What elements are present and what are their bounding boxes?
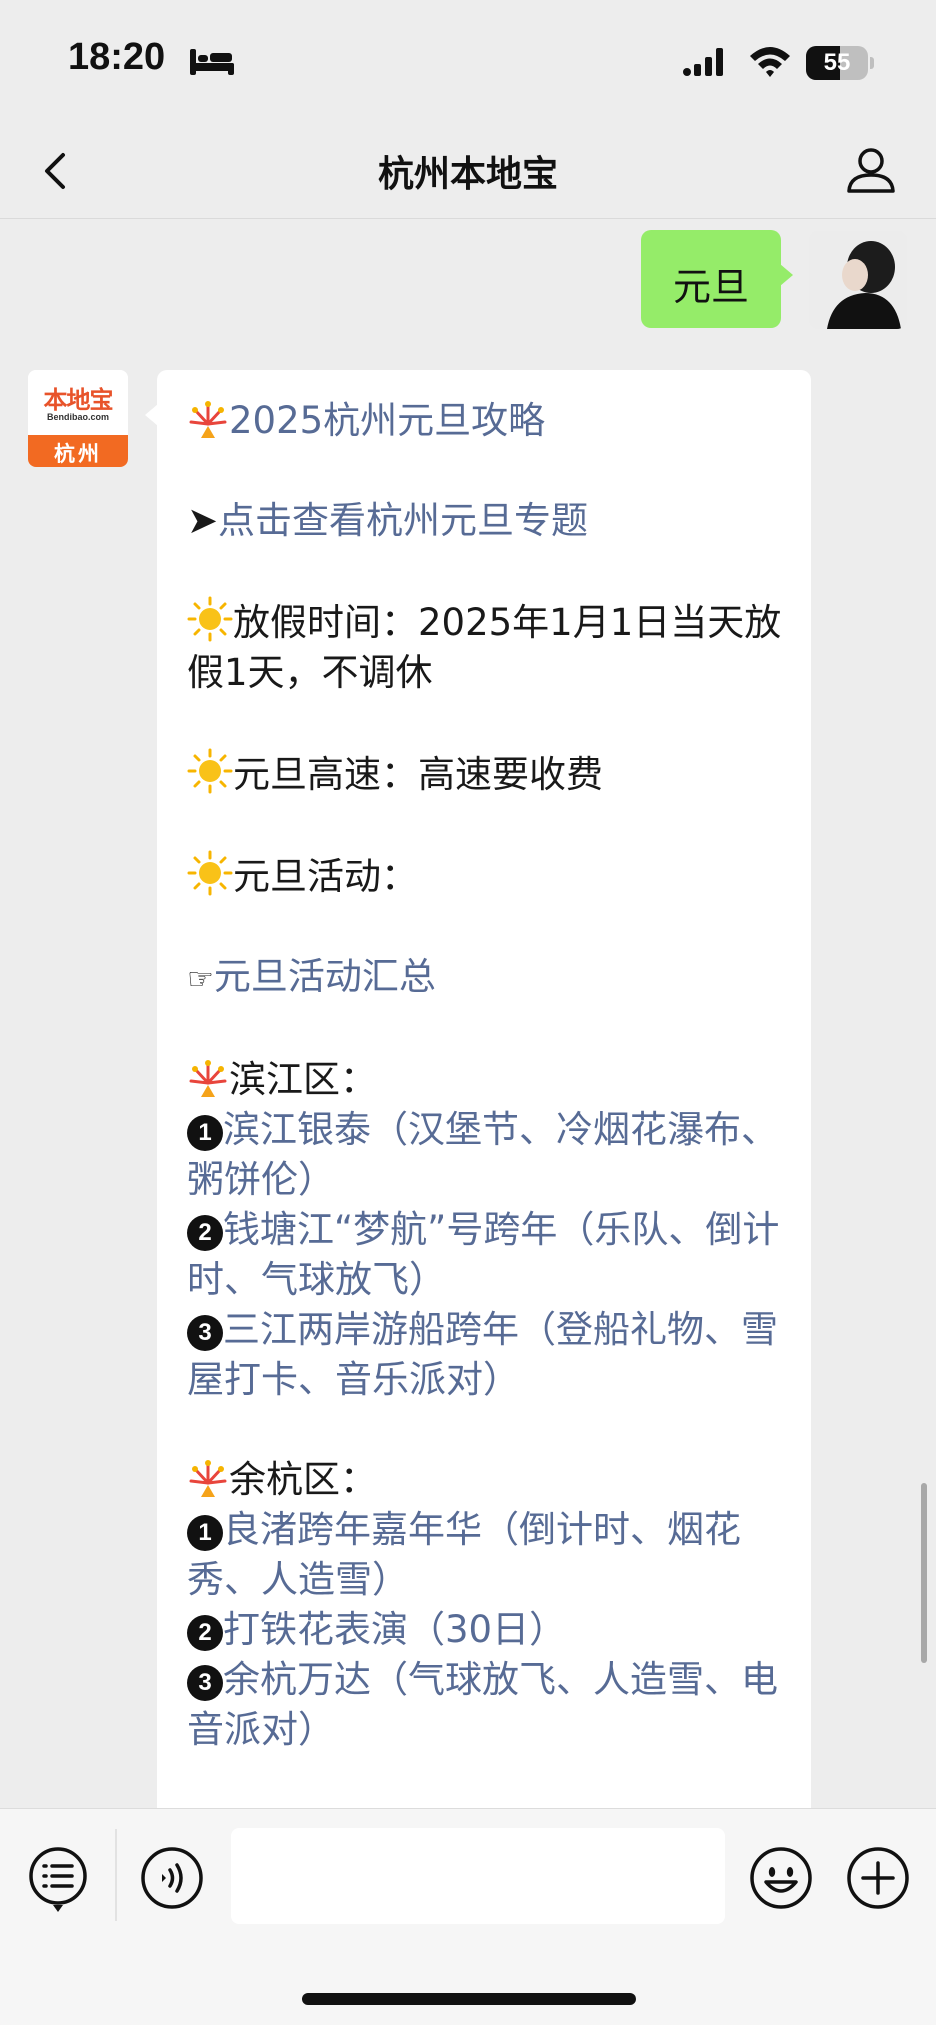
activities-text: 元旦活动： <box>233 855 418 898</box>
menu-icon[interactable] <box>26 1844 90 1916</box>
message-input[interactable] <box>231 1828 725 1924</box>
sun-icon <box>187 596 233 642</box>
list-item[interactable]: 2 钱塘江“梦航”号跨年（乐队、倒计时、气球放飞） <box>187 1205 787 1305</box>
activities-link[interactable]: 元旦活动汇总 <box>214 955 436 998</box>
activities-line: 元旦活动： <box>187 850 787 902</box>
status-bar: 18:20 55 <box>0 0 936 125</box>
chat-title: 杭州本地宝 <box>377 154 558 195</box>
divider <box>115 1829 117 1921</box>
message-content: 2025杭州元旦攻略 ➤点击查看杭州元旦专题 放假时间：2025年1月1日当天放… <box>187 396 787 1755</box>
list-item[interactable]: 1 良渚跨年嘉年华（倒计时、烟花秀、人造雪） <box>187 1505 787 1605</box>
event-link[interactable]: 滨江银泰（汉堡节、冷烟花瀑布、粥饼伦） <box>187 1108 778 1201</box>
user-avatar-image <box>809 231 907 329</box>
smiley-icon[interactable] <box>749 1846 813 1910</box>
event-link[interactable]: 三江两岸游船跨年（登船礼物、雪屋打卡、音乐派对） <box>187 1308 778 1401</box>
cellular-signal-icon <box>683 48 723 76</box>
event-link[interactable]: 余杭万达（气球放飞、人造雪、电音派对） <box>187 1658 778 1751</box>
input-bar <box>0 1808 936 2025</box>
topic-link-line[interactable]: ➤点击查看杭州元旦专题 <box>187 496 787 546</box>
number-badge: 2 <box>187 1215 223 1251</box>
number-badge: 3 <box>187 1315 223 1351</box>
topic-link[interactable]: 点击查看杭州元旦专题 <box>218 499 588 542</box>
user-avatar[interactable] <box>809 231 907 329</box>
incoming-message-bubble: 2025杭州元旦攻略 ➤点击查看杭州元旦专题 放假时间：2025年1月1日当天放… <box>145 370 811 1820</box>
number-badge: 1 <box>187 1515 223 1551</box>
profile-icon[interactable] <box>840 139 902 201</box>
nav-bar: 杭州本地宝 <box>0 125 936 219</box>
list-item[interactable]: 1 滨江银泰（汉堡节、冷烟花瀑布、粥饼伦） <box>187 1105 787 1205</box>
status-time: 18:20 <box>68 36 166 78</box>
battery-nub <box>870 57 874 69</box>
wifi-icon <box>750 47 790 77</box>
event-link[interactable]: 打铁花表演（30日） <box>223 1608 566 1651</box>
bot-avatar-url: Bendibao.com <box>46 412 109 422</box>
message-title: 2025杭州元旦攻略 <box>229 399 546 442</box>
number-badge: 1 <box>187 1115 223 1151</box>
voice-icon[interactable] <box>140 1846 204 1910</box>
list-item[interactable]: 3 三江两岸游船跨年（登船礼物、雪屋打卡、音乐派对） <box>187 1305 787 1405</box>
sun-icon <box>187 850 233 896</box>
district-name: 滨江区： <box>229 1058 377 1101</box>
district-heading: 滨江区： <box>187 1055 787 1105</box>
holiday-text: 放假时间：2025年1月1日当天放假1天，不调休 <box>187 601 782 694</box>
district-name: 余杭区： <box>229 1458 377 1501</box>
list-item[interactable]: 2 打铁花表演（30日） <box>187 1605 787 1655</box>
message-title-line[interactable]: 2025杭州元旦攻略 <box>187 396 787 446</box>
scrollbar[interactable] <box>921 1483 927 1663</box>
highway-line: 元旦高速：高速要收费 <box>187 748 787 800</box>
battery-icon: 55 <box>806 46 868 80</box>
sun-icon <box>187 748 233 794</box>
bot-avatar-city: 杭州 <box>28 435 128 467</box>
pointing-hand-icon: ☞ <box>187 962 214 997</box>
firework-icon <box>189 1060 227 1097</box>
firework-icon <box>189 1460 227 1497</box>
highway-text: 元旦高速：高速要收费 <box>233 753 603 796</box>
bot-avatar-brand: 本地宝 <box>43 386 114 414</box>
battery-level: 55 <box>823 49 851 76</box>
bot-avatar[interactable]: 本地宝 Bendibao.com 杭州 <box>28 370 128 467</box>
arrow-icon: ➤ <box>187 499 219 542</box>
firework-icon <box>189 401 227 438</box>
number-badge: 2 <box>187 1615 223 1651</box>
list-item[interactable]: 3 余杭万达（气球放飞、人造雪、电音派对） <box>187 1655 787 1755</box>
activities-link-line[interactable]: ☞元旦活动汇总 <box>187 952 787 1005</box>
event-link[interactable]: 钱塘江“梦航”号跨年（乐队、倒计时、气球放飞） <box>187 1208 779 1301</box>
bed-icon <box>190 49 234 75</box>
event-link[interactable]: 良渚跨年嘉年华（倒计时、烟花秀、人造雪） <box>187 1508 741 1601</box>
plus-icon[interactable] <box>846 1846 910 1910</box>
outgoing-message-text: 元旦 <box>672 265 749 309</box>
outgoing-message-bubble[interactable]: 元旦 <box>641 230 793 328</box>
district-heading: 余杭区： <box>187 1455 787 1505</box>
number-badge: 3 <box>187 1665 223 1701</box>
holiday-line: 放假时间：2025年1月1日当天放假1天，不调休 <box>187 596 787 698</box>
home-indicator[interactable] <box>302 1993 636 2005</box>
